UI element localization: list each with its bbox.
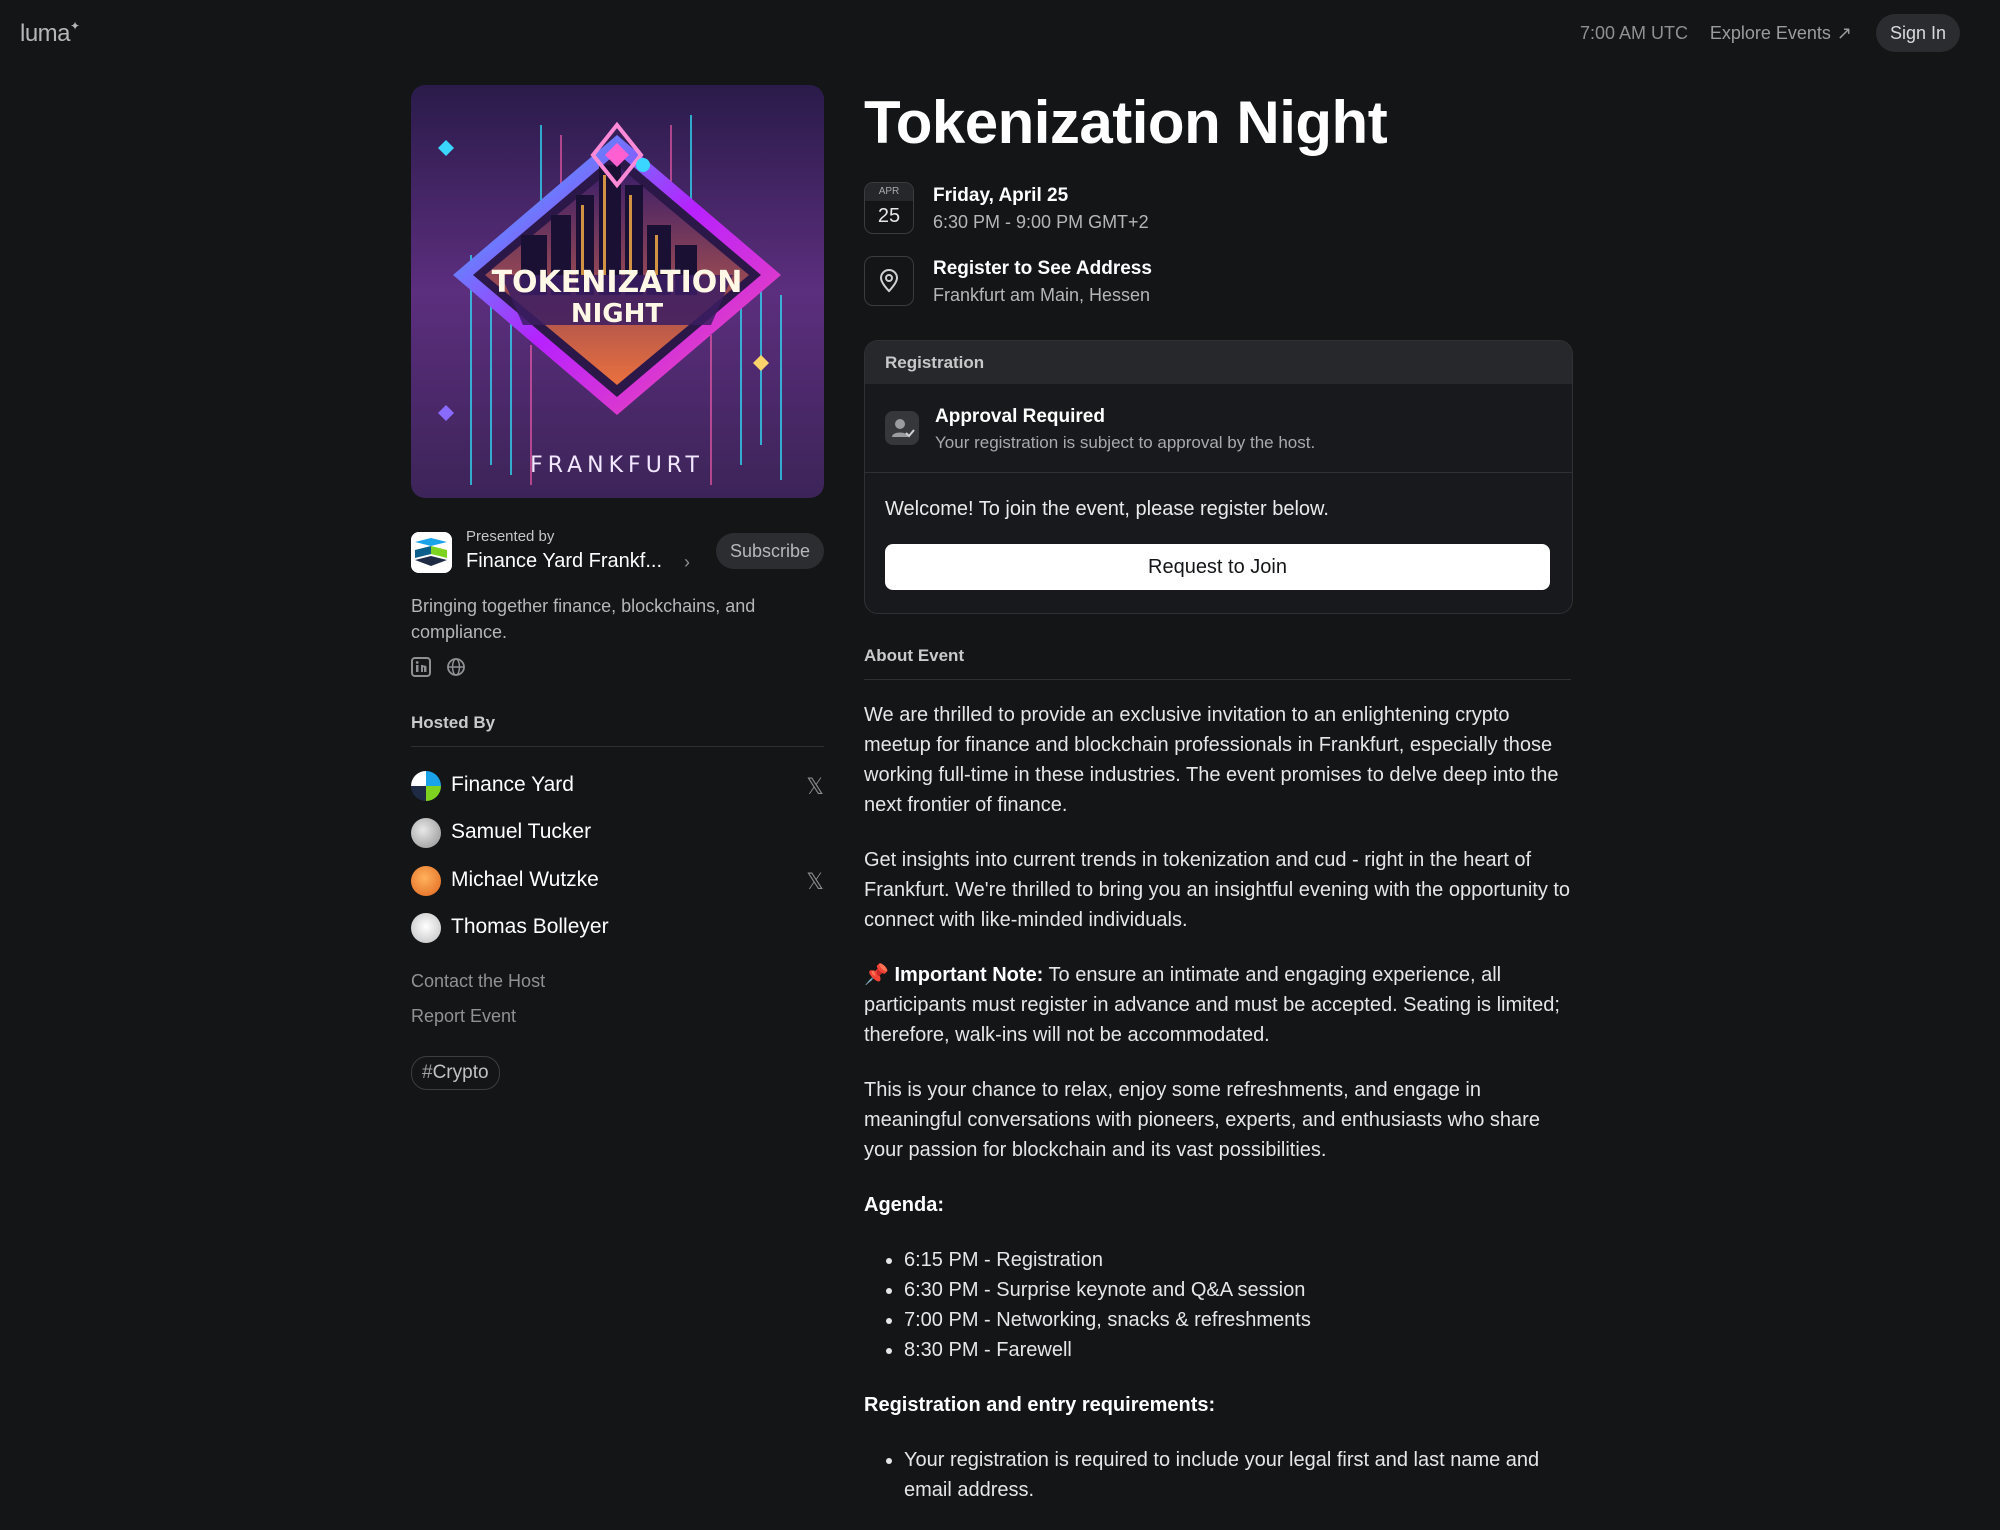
- request-to-join-button[interactable]: Request to Join: [885, 544, 1550, 590]
- divider: [864, 679, 1571, 680]
- location-title: Register to See Address: [933, 258, 1152, 279]
- approval-title: Approval Required: [935, 406, 1105, 427]
- location-pin-icon: [864, 256, 914, 306]
- cover-headline-line2: NIGHT: [571, 299, 664, 329]
- tag-crypto[interactable]: #Crypto: [411, 1056, 500, 1090]
- top-bar: luma✦ 7:00 AM UTC Explore Events ↗ Sign I…: [0, 0, 2000, 66]
- about-paragraph: We are thrilled to provide an exclusive …: [864, 704, 1559, 816]
- hash-icon: #: [422, 1062, 433, 1083]
- event-title: Tokenization Night: [864, 89, 1388, 156]
- contact-host-link[interactable]: Contact the Host: [411, 971, 545, 992]
- report-event-link[interactable]: Report Event: [411, 1006, 516, 1027]
- sign-in-button[interactable]: Sign In: [1875, 14, 1960, 52]
- host-name: Samuel Tucker: [451, 820, 592, 843]
- agenda-item: 6:30 PM - Surprise keynote and Q&A sessi…: [904, 1275, 1571, 1305]
- host-item[interactable]: Thomas Bolleyer: [411, 912, 824, 944]
- about-paragraph: Get insights into current trends in toke…: [864, 849, 1571, 931]
- requirements-list: Your registration is required to include…: [864, 1445, 1571, 1505]
- logo-text: luma: [20, 20, 71, 47]
- avatar: [411, 866, 441, 896]
- user-check-icon: [885, 411, 919, 445]
- presenter: Presented by Finance Yard Frankf... › Su…: [411, 528, 824, 578]
- host-name: Michael Wutzke: [451, 868, 599, 891]
- about-event-body: We are thrilled to provide an exclusive …: [864, 700, 1571, 1530]
- agenda-title: Agenda:: [864, 1194, 944, 1216]
- date-month: APR: [865, 183, 913, 201]
- host-name: Thomas Bolleyer: [451, 915, 609, 938]
- registration-card: Registration Approval Required Your regi…: [864, 340, 1573, 614]
- presenter-name-link[interactable]: Finance Yard Frankf...: [466, 550, 662, 573]
- pushpin-icon: 📌: [864, 964, 889, 986]
- agenda-item: 6:15 PM - Registration: [904, 1245, 1571, 1275]
- agenda-item: 8:30 PM - Farewell: [904, 1335, 1571, 1365]
- x-icon[interactable]: 𝕏: [806, 869, 824, 895]
- current-time: 7:00 AM UTC: [1579, 23, 1688, 43]
- date-day: 25: [877, 205, 901, 227]
- host-item[interactable]: Michael Wutzke 𝕏: [411, 865, 824, 897]
- linkedin-icon[interactable]: [411, 657, 433, 679]
- important-note: 📌 Important Note: To ensure an intimate …: [864, 960, 1571, 1050]
- hosted-by-title: Hosted By: [411, 713, 496, 732]
- presenter-logo[interactable]: [411, 532, 452, 573]
- agenda-item: 7:00 PM - Networking, snacks & refreshme…: [904, 1305, 1571, 1335]
- host-item[interactable]: Samuel Tucker: [411, 817, 824, 849]
- globe-icon[interactable]: [446, 657, 468, 679]
- registration-header: Registration: [865, 341, 1572, 384]
- arrow-up-right-icon: ↗: [1836, 23, 1852, 43]
- avatar: [411, 913, 441, 943]
- requirements-title: Registration and entry requirements:: [864, 1394, 1216, 1416]
- subscribe-button[interactable]: Subscribe: [715, 533, 824, 569]
- avatar: [411, 818, 441, 848]
- requirement-item: Your registration is required to include…: [904, 1445, 1571, 1505]
- event-cover-image: TOKENIZATION NIGHT FRANKFURT: [411, 85, 824, 498]
- presented-by-label: Presented by: [466, 528, 555, 545]
- event-date: Friday, April 25: [933, 185, 1069, 206]
- cover-headline-line1: TOKENIZATION: [492, 265, 743, 300]
- presenter-description: Bringing together finance, blockchains, …: [411, 596, 756, 642]
- approval-subtitle: Your registration is subject to approval…: [935, 433, 1316, 452]
- welcome-message: Welcome! To join the event, please regis…: [885, 498, 1329, 520]
- explore-events-label: Explore Events: [1709, 23, 1831, 43]
- location-subtitle: Frankfurt am Main, Hessen: [933, 285, 1151, 305]
- agenda-list: 6:15 PM - Registration 6:30 PM - Surpris…: [864, 1245, 1571, 1365]
- about-event-title: About Event: [864, 646, 965, 665]
- tag-label: Crypto: [432, 1062, 489, 1083]
- cover-city: FRANKFURT: [530, 453, 704, 478]
- event-time: 6:30 PM - 9:00 PM GMT+2: [933, 212, 1149, 232]
- sparkle-icon: ✦: [70, 19, 80, 33]
- divider: [411, 746, 824, 747]
- approval-notice: Approval Required Your registration is s…: [865, 384, 1572, 473]
- host-name: Finance Yard: [451, 773, 574, 796]
- luma-logo[interactable]: luma✦: [20, 19, 80, 48]
- avatar: [411, 771, 441, 801]
- note-label: Important Note:: [894, 964, 1044, 986]
- chevron-right-icon: ›: [684, 552, 690, 572]
- calendar-icon: APR 25: [864, 182, 914, 234]
- host-item[interactable]: Finance Yard 𝕏: [411, 770, 824, 802]
- explore-events-link[interactable]: Explore Events ↗: [1710, 23, 1852, 44]
- about-paragraph: This is your chance to relax, enjoy some…: [864, 1079, 1540, 1161]
- x-icon[interactable]: 𝕏: [806, 774, 824, 800]
